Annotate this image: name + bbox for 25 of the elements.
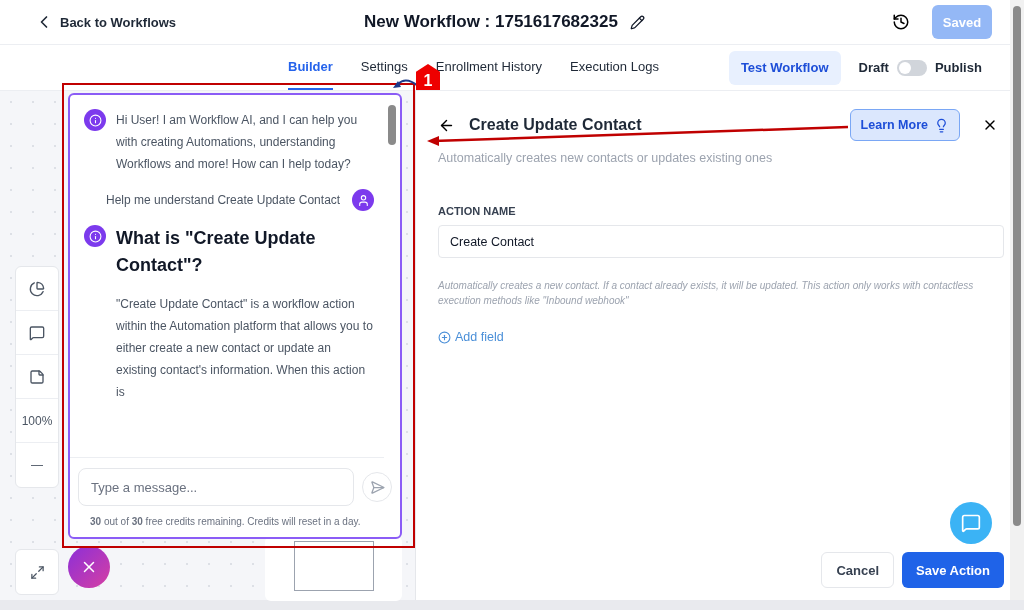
message-input[interactable]: Type a message...: [78, 468, 354, 506]
panel-title: Create Update Contact: [469, 116, 643, 134]
save-action-button[interactable]: Save Action: [902, 552, 1004, 588]
credits-note: 30 out of 30 free credits remaining. Credits will reset in a day.: [89, 515, 362, 529]
field-hint: Automatically creates a new contact. If a contact already exists, it will be updated. This action only works with contactless execution methods like "Inbound webhook": [438, 279, 975, 308]
draft-label: Draft: [858, 60, 889, 75]
zoom-level[interactable]: 100%: [16, 399, 58, 443]
field-label: ACTION NAME: [438, 205, 517, 217]
panel-subtitle: Automatically creates new contacts or updates existing ones: [438, 151, 774, 165]
add-field-link[interactable]: Add field: [438, 330, 1004, 344]
test-workflow-button[interactable]: Test Workflow: [728, 50, 841, 85]
answer-text: "Create Update Contact" is a workflow action within the Automation platform that allows you to either create a new contact or update an existing contact's information. When this action is: [116, 296, 374, 401]
learn-more-button[interactable]: Learn More: [849, 109, 960, 141]
user-message: Help me understand Create Update Contact: [106, 192, 342, 209]
back-link[interactable]: Back to Workflows: [34, 12, 364, 32]
tab[interactable]: Settings: [360, 45, 408, 90]
tab[interactable]: Execution Logs: [570, 45, 659, 90]
bot-message: Hi User! I am Workflow AI, and I can help you with creating Automations, understanding Workflows and more! How can I help today?: [116, 112, 359, 173]
zoom-out-button[interactable]: —: [16, 443, 58, 487]
tab[interactable]: Enrollment History: [435, 45, 542, 90]
action-name-field[interactable]: Create Contact: [438, 225, 1004, 258]
publish-label: Publish: [934, 60, 982, 75]
cancel-button[interactable]: Cancel: [821, 552, 895, 588]
answer-heading: What is "Create Update Contact"?: [116, 227, 317, 277]
window-title: New Workflow : 1751617682325: [364, 12, 618, 32]
